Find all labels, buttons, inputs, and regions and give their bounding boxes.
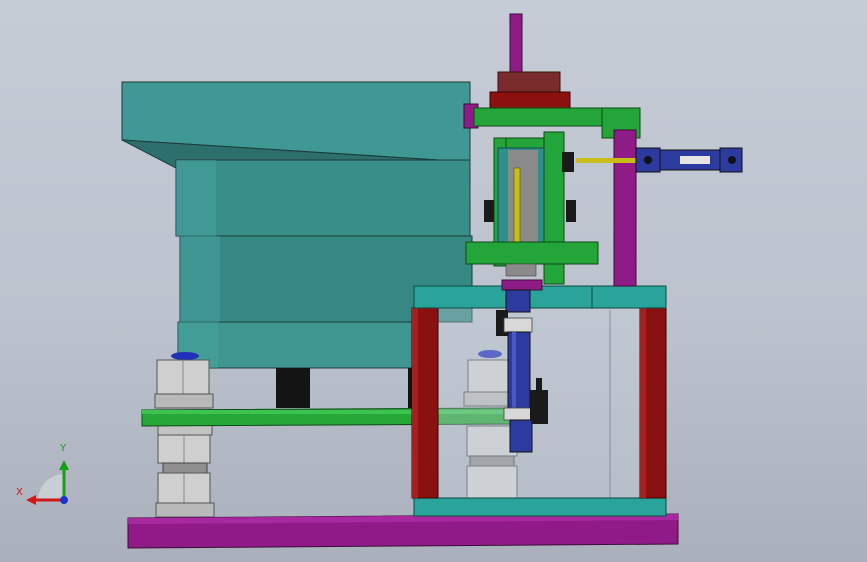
z-axis-dot	[60, 496, 68, 504]
assembly-model[interactable]	[0, 0, 867, 562]
cad-viewport[interactable]: Y X	[0, 0, 867, 562]
top-mechanism[interactable]	[463, 13, 743, 291]
coordinate-triad	[26, 460, 69, 505]
y-axis-label: Y	[60, 443, 67, 454]
left-mount-stack[interactable]	[154, 352, 215, 518]
x-axis-label: X	[16, 487, 23, 498]
base-plate[interactable]	[127, 513, 679, 549]
bowl-base-leg	[276, 368, 310, 408]
